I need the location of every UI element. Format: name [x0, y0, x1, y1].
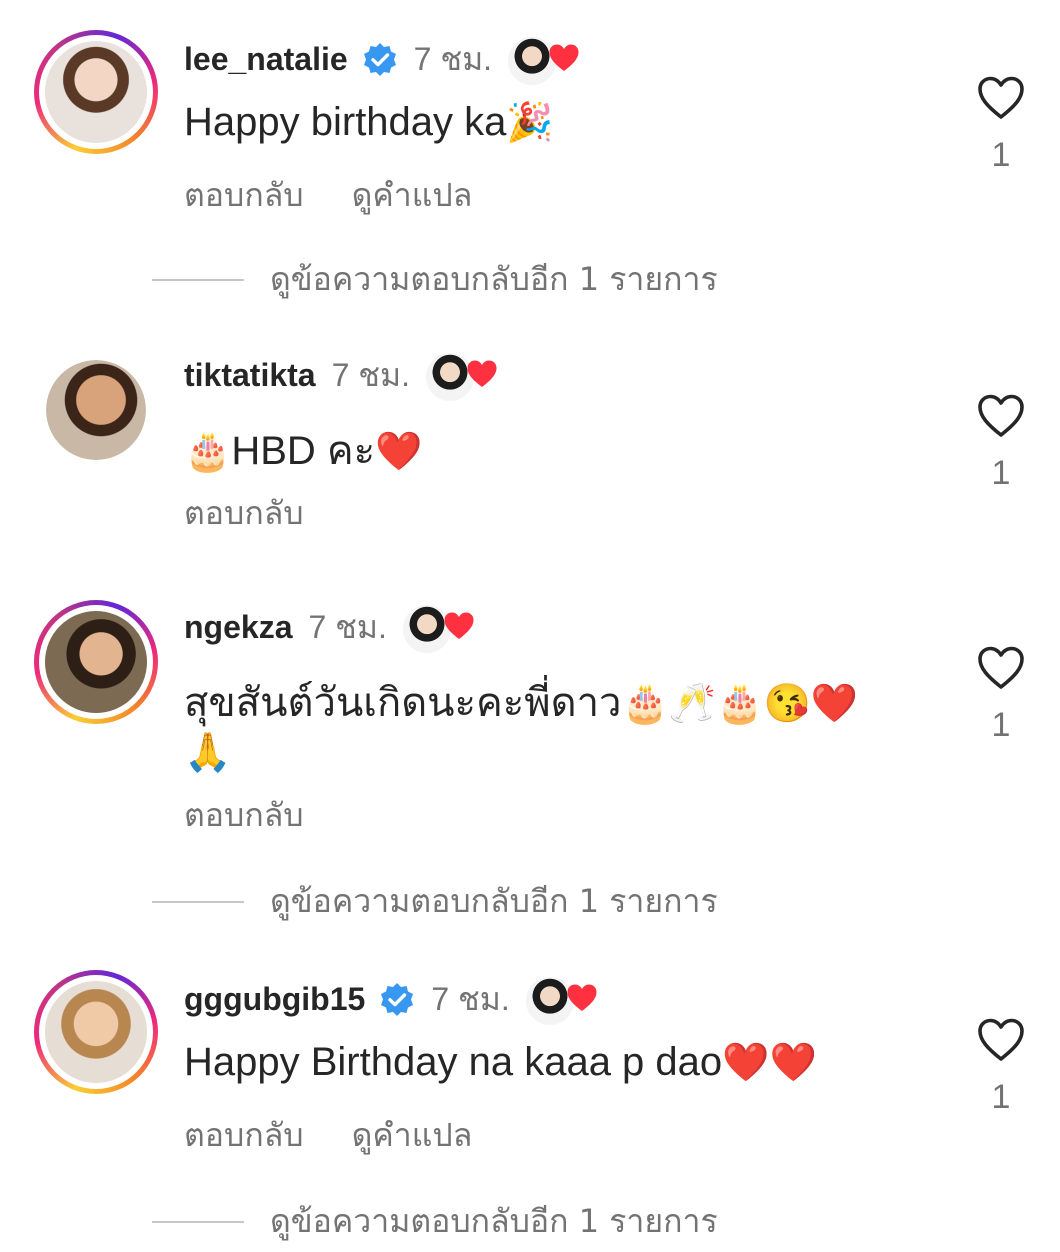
like-count[interactable]: 1	[976, 706, 1026, 745]
like-column: 1	[976, 646, 1026, 745]
heart-outline-icon[interactable]	[977, 646, 1025, 690]
see-translation-button[interactable]: ดูคำแปล	[352, 1110, 473, 1161]
comment-text-emoji: ❤️	[375, 431, 423, 473]
comment-actions: ตอบกลับ	[184, 790, 304, 841]
comment-text-emoji: ❤️❤️	[722, 1042, 817, 1084]
like-count[interactable]: 1	[976, 136, 1026, 175]
comment-time: 7 ชม.	[413, 41, 493, 77]
avatar[interactable]	[34, 30, 158, 154]
like-column: 1	[976, 76, 1026, 175]
liked-by-author	[400, 602, 475, 655]
liked-by-author	[523, 974, 598, 1027]
comment-text-line2: 🙏	[184, 730, 231, 775]
comment-text-body: HBD คะ	[231, 429, 376, 473]
verified-badge-icon	[379, 982, 415, 1018]
like-count[interactable]: 1	[976, 454, 1026, 493]
username[interactable]: ngekza	[184, 609, 292, 646]
comment-text: 🎂HBD คะ❤️	[184, 418, 422, 482]
username[interactable]: tiktatikta	[184, 357, 316, 394]
comment-header: ngekza 7 ชม.	[184, 602, 475, 655]
red-heart-icon	[443, 611, 475, 641]
divider-line	[152, 900, 244, 903]
like-column: 1	[976, 1018, 1026, 1117]
avatar-image	[45, 981, 147, 1083]
comment-text-body: สุขสันต์วันเกิดนะคะพี่ดาว	[184, 681, 622, 725]
comment-text-body: Happy birthday ka	[184, 100, 507, 144]
comment-actions: ตอบกลับ ดูคำแปล	[184, 170, 472, 221]
comment-header: gggubgib15 7 ชม.	[184, 974, 598, 1027]
view-replies-button[interactable]: ดูข้อความตอบกลับอีก 1 รายการ	[152, 254, 718, 305]
heart-outline-icon[interactable]	[977, 1018, 1025, 1062]
reply-button[interactable]: ตอบกลับ	[184, 488, 304, 539]
comment-header: tiktatikta 7 ชม.	[184, 350, 498, 403]
like-column: 1	[976, 394, 1026, 493]
comment-header: lee_natalie 7 ชม.	[184, 34, 580, 87]
username[interactable]: gggubgib15	[184, 981, 365, 1018]
liked-by-author	[506, 34, 580, 87]
view-replies-button[interactable]: ดูข้อความตอบกลับอีก 1 รายการ	[152, 1196, 718, 1247]
see-translation-button[interactable]: ดูคำแปล	[352, 170, 473, 221]
red-heart-icon	[466, 359, 498, 389]
username[interactable]: lee_natalie	[184, 41, 348, 78]
reply-button[interactable]: ตอบกลับ	[184, 1110, 304, 1161]
reply-button[interactable]: ตอบกลับ	[184, 170, 304, 221]
view-replies-label: ดูข้อความตอบกลับอีก 1 รายการ	[270, 882, 718, 920]
like-count[interactable]: 1	[976, 1078, 1026, 1117]
divider-line	[152, 1220, 244, 1223]
avatar[interactable]	[34, 600, 158, 724]
view-replies-label: ดูข้อความตอบกลับอีก 1 รายการ	[270, 1202, 718, 1240]
reply-button[interactable]: ตอบกลับ	[184, 790, 304, 841]
view-replies-label: ดูข้อความตอบกลับอีก 1 รายการ	[270, 260, 718, 298]
comment-time: 7 ชม.	[331, 357, 410, 393]
heart-outline-icon[interactable]	[977, 76, 1025, 120]
avatar-image	[46, 360, 146, 460]
heart-outline-icon[interactable]	[977, 394, 1025, 438]
comment-text: Happy Birthday na kaaa p dao❤️❤️	[184, 1040, 817, 1085]
comment-text-body: Happy Birthday na kaaa p dao	[184, 1040, 723, 1084]
divider-line	[152, 278, 244, 281]
comment-actions: ตอบกลับ ดูคำแปล	[184, 1110, 472, 1161]
comment-text: Happy birthday ka🎉	[184, 100, 554, 145]
red-heart-icon	[548, 43, 580, 73]
comment-text: สุขสันต์วันเกิดนะคะพี่ดาว🎂🥂🎂😘❤️	[184, 670, 858, 734]
comment-text-emoji-lead: 🎂	[184, 431, 232, 473]
comment-text-emoji: 🎂🥂🎂😘❤️	[621, 683, 859, 725]
liked-by-author	[423, 350, 498, 403]
comment-text-emoji: 🙏	[184, 732, 232, 774]
avatar[interactable]	[34, 970, 158, 1094]
red-heart-icon	[566, 983, 598, 1013]
avatar[interactable]	[46, 360, 146, 460]
comment-time: 7 ชม.	[431, 981, 510, 1017]
comment-actions: ตอบกลับ	[184, 488, 304, 539]
comment-time: 7 ชม.	[308, 609, 387, 645]
verified-badge-icon	[362, 42, 398, 78]
avatar-image	[45, 611, 147, 713]
comment-text-emoji: 🎉	[506, 102, 554, 144]
avatar-image	[45, 41, 147, 143]
view-replies-button[interactable]: ดูข้อความตอบกลับอีก 1 รายการ	[152, 876, 718, 927]
